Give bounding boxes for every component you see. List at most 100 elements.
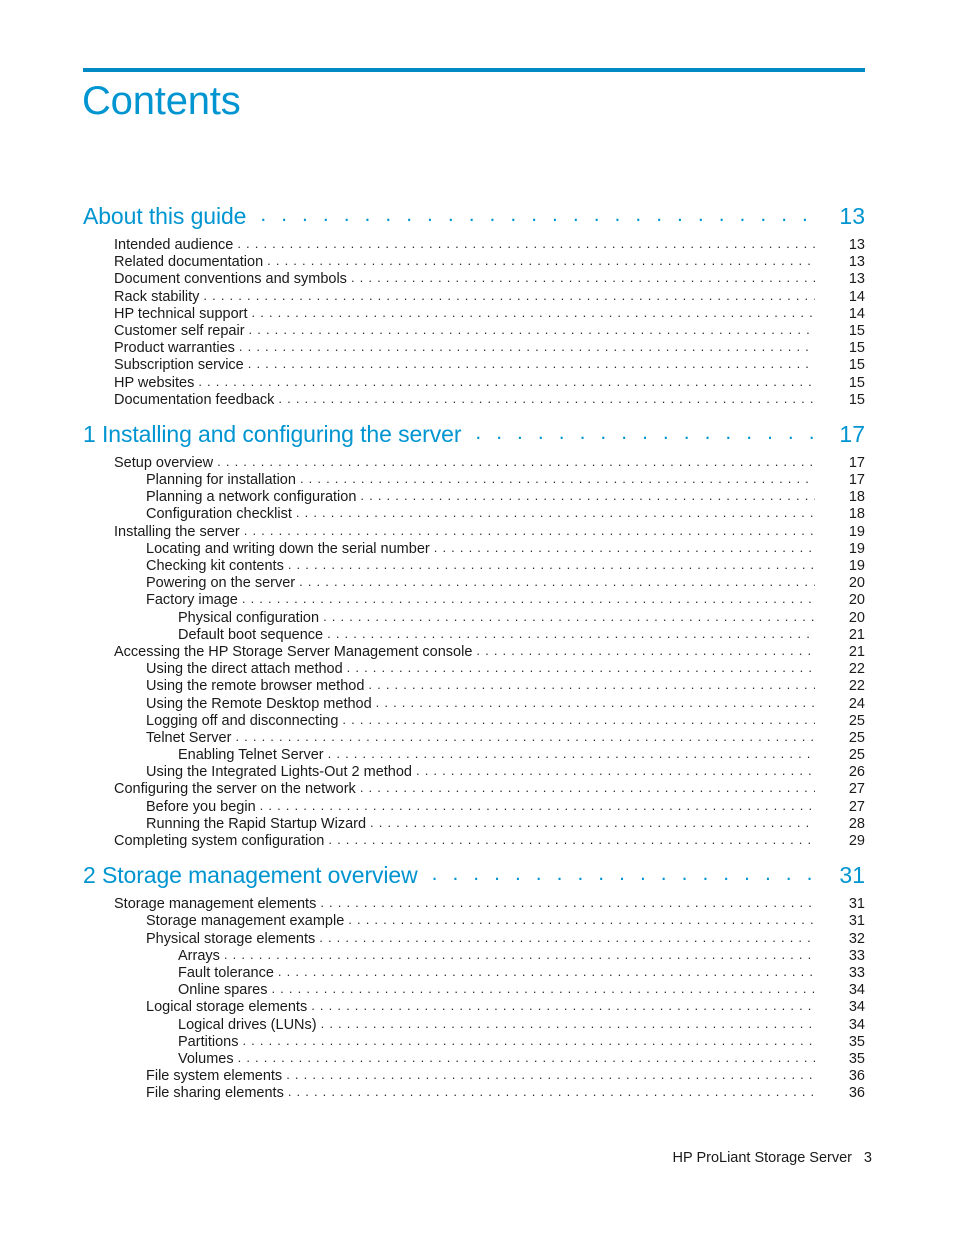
toc-entry-label: Enabling Telnet Server [178,747,324,764]
toc-entry-label: Configuration checklist [146,506,292,523]
toc-entry-label: Subscription service [114,357,244,374]
toc-entry-label: Configuring the server on the network [114,781,356,798]
toc-entry-row[interactable]: Customer self repair....................… [83,321,865,340]
toc-chapter-row[interactable]: 1 Installing and configuring the server.… [83,421,865,455]
toc-entry-row[interactable]: Physical configuration..................… [83,609,865,627]
toc-entry-page-number: 13 [848,254,865,271]
toc-entry-label: Planning for installation [146,472,296,489]
toc-entry-page-number: 33 [848,964,865,981]
toc-entry-page-number: 15 [848,374,865,391]
toc-entry-page-number: 21 [848,626,865,643]
toc-entry-page-number: 13 [848,271,865,288]
toc-entry-label: Physical configuration [178,609,320,626]
toc-entry-page-number: 25 [848,729,865,746]
toc-dot-leader: ........................................… [237,1049,815,1065]
toc-entry-label: Documentation feedback [114,391,275,408]
toc-entry-row[interactable]: Completing system configuration.........… [83,832,865,850]
toc-entry-row[interactable]: Logical drives (LUNs)...................… [83,1016,865,1034]
toc-entry-row[interactable]: Using the remote browser method.........… [83,677,865,695]
toc-entry-row[interactable]: Configuration checklist.................… [83,505,865,523]
toc-dot-leader: ........................................… [237,236,815,251]
toc-entry-row[interactable]: Document conventions and symbols........… [83,270,865,288]
toc-entry-label: Checking kit contents [146,558,284,574]
toc-dot-leader: ........................................… [350,270,815,286]
toc-entry-row[interactable]: Powering on the server..................… [83,574,865,592]
toc-entry-row[interactable]: Using the Integrated Lights-Out 2 method… [83,763,865,781]
toc-entry-row[interactable]: Configuring the server on the network...… [83,780,865,798]
toc-dot-leader: ........................................… [476,642,815,658]
toc-entry-page-number: 17 [848,454,865,471]
toc-entry-page-number: 34 [848,999,865,1016]
toc-entry-row[interactable]: Volumes.................................… [83,1049,865,1068]
toc-entry-label: Planning a network configuration [146,489,357,506]
toc-entry-row[interactable]: Logging off and disconnecting...........… [83,711,865,730]
toc-entry-row[interactable]: Setup overview..........................… [83,454,865,472]
toc-entry-page-number: 20 [848,609,865,626]
toc-entry-label: Logical drives (LUNs) [178,1016,317,1033]
toc-entry-label: Intended audience [114,237,234,253]
toc-dot-leader: ........................................… [327,746,815,762]
toc-entry-row[interactable]: Accessing the HP Storage Server Manageme… [83,642,865,661]
toc-entry-row[interactable]: Related documentation...................… [83,253,865,271]
toc-dot-leader: ........................................… [241,591,815,607]
toc-entry-row[interactable]: Arrays..................................… [83,947,865,965]
toc-entry-page-number: 13 [848,237,865,253]
toc-entry-row[interactable]: HP technical support....................… [83,305,865,323]
toc-entry-row[interactable]: Enabling Telnet Server..................… [83,746,865,764]
toc-entry-label: Accessing the HP Storage Server Manageme… [114,643,473,660]
toc-entry-row[interactable]: Running the Rapid Startup Wizard........… [83,815,865,833]
toc-entry-label: Storage management example [146,913,345,930]
toc-entry-row[interactable]: Installing the server...................… [83,523,865,541]
toc-entry-row[interactable]: Default boot sequence...................… [83,626,865,644]
toc-entry-page-number: 35 [848,1033,865,1050]
toc-entry-row[interactable]: Subscription service....................… [83,356,865,374]
toc-entry-row[interactable]: Planning a network configuration........… [83,488,865,506]
header-rule [83,68,865,72]
toc-entry-row[interactable]: Logical storage elements................… [83,998,865,1016]
toc-dot-leader: ........................................… [433,539,815,555]
toc-dot-leader: ........................................… [342,711,815,727]
toc-entry-row[interactable]: Before you begin........................… [83,797,865,816]
toc-entry-label: Running the Rapid Startup Wizard [146,815,367,832]
toc-entry-row[interactable]: Intended audience.......................… [83,236,865,254]
toc-entry-row[interactable]: Partitions..............................… [83,1033,865,1051]
toc-dot-leader: ........................................… [259,797,815,813]
toc-entry-row[interactable]: Physical storage elements...............… [83,930,865,948]
toc-entry-row[interactable]: Storage management example..............… [83,912,865,930]
toc-entry-row[interactable]: File sharing elements...................… [83,1084,865,1102]
toc-entry-row[interactable]: File system elements....................… [83,1067,865,1085]
toc-dot-leader: ........................................… [260,203,815,226]
toc-dot-leader: ........................................… [248,321,815,337]
toc-dot-leader: ........................................… [346,660,815,676]
toc-entry-page-number: 14 [848,288,865,305]
toc-entry-row[interactable]: Locating and writing down the serial num… [83,539,865,558]
toc-entry-page-number: 19 [848,523,865,540]
toc-entry-row[interactable]: Checking kit contents...................… [83,557,865,575]
toc-chapter-row[interactable]: 2 Storage management overview...........… [83,862,865,896]
toc-entry-label: Installing the server [114,523,240,540]
toc-entry-label: Arrays [178,947,220,964]
toc-entry-row[interactable]: Online spares...........................… [83,981,865,999]
toc-entry-row[interactable]: Documentation feedback..................… [83,391,865,409]
toc-entry-label: File sharing elements [146,1085,284,1102]
toc-entry-page-number: 27 [848,781,865,798]
toc-entry-row[interactable]: Telnet Server...........................… [83,729,865,747]
table-of-contents: About this guide........................… [0,203,954,1102]
toc-chapter-row[interactable]: About this guide........................… [83,203,865,237]
toc-entry-page-number: 34 [848,982,865,999]
toc-entry-label: Powering on the server [146,575,296,592]
toc-entry-row[interactable]: Product warranties......................… [83,339,865,357]
toc-entry-row[interactable]: Rack stability..........................… [83,288,865,306]
toc-entry-row[interactable]: Storage management elements.............… [83,895,865,913]
toc-entry-page-number: 36 [848,1085,865,1102]
toc-entry-row[interactable]: Factory image...........................… [83,591,865,609]
toc-entry-row[interactable]: Fault tolerance.........................… [83,964,865,982]
toc-entry-row[interactable]: Planning for installation...............… [83,471,865,489]
toc-entry-label: Using the direct attach method [146,661,343,678]
toc-entry-page-number: 14 [848,305,865,322]
toc-entry-page-number: 36 [848,1068,865,1085]
toc-entry-row[interactable]: Using the direct attach method..........… [83,660,865,678]
toc-entry-label: Related documentation [114,254,264,271]
toc-entry-row[interactable]: HP websites.............................… [83,374,865,392]
toc-entry-row[interactable]: Using the Remote Desktop method.........… [83,695,865,713]
